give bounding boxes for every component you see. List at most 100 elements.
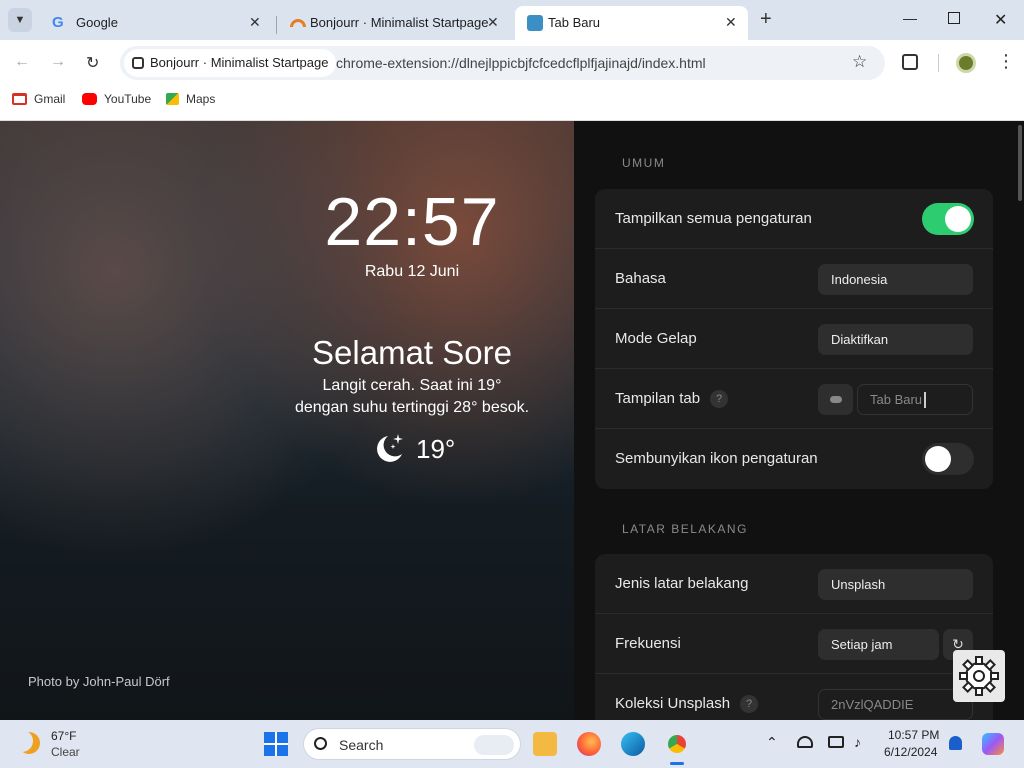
setting-row-collection: Koleksi Unsplash? 2nVzlQADDIE xyxy=(595,674,993,720)
windows-icon xyxy=(264,732,288,756)
photo-credit[interactable]: Photo by John-Paul Dörf xyxy=(28,674,170,689)
edge-icon[interactable] xyxy=(621,732,645,756)
setting-row-language: Bahasa Indonesia xyxy=(595,249,993,309)
chip-label: Bonjourr · Minimalist Startpage xyxy=(150,55,329,70)
setting-label: Tampilan tab xyxy=(615,390,701,407)
show-all-toggle[interactable] xyxy=(922,203,974,235)
minimize-icon[interactable]: — xyxy=(903,10,917,26)
weather-description-line1: Langit cerah. Saat ini 19° xyxy=(322,377,502,394)
settings-gear-button[interactable] xyxy=(953,650,1005,702)
setting-label: Sembunyikan ikon pengaturan xyxy=(615,450,818,467)
copilot-icon[interactable] xyxy=(982,733,1004,755)
dark-mode-select[interactable]: Diaktifkan xyxy=(818,324,973,355)
taskbar-search[interactable]: Search xyxy=(303,728,521,760)
extension-chip[interactable]: Bonjourr · Minimalist Startpage xyxy=(124,49,337,77)
background-settings-card: Jenis latar belakang Unsplash Frekuensi … xyxy=(595,554,993,720)
star-icon[interactable]: ☆ xyxy=(852,52,867,72)
bookmark-youtube[interactable]: YouTube xyxy=(82,92,151,106)
taskbar-weather[interactable]: 67°F Clear xyxy=(18,728,108,760)
rainbow-icon xyxy=(290,19,306,27)
volume-icon[interactable]: ♪ xyxy=(854,734,861,750)
greeting: Selamat Sore xyxy=(312,334,512,371)
section-header-background: LATAR BELAKANG xyxy=(622,522,748,536)
bookmark-label: Gmail xyxy=(34,92,66,106)
taskbar-clock-date[interactable]: 6/12/2024 xyxy=(884,745,937,759)
help-icon[interactable]: ? xyxy=(740,695,759,713)
maps-icon xyxy=(166,93,179,105)
section-header-general: UMUM xyxy=(622,156,666,170)
setting-row-dark-mode: Mode Gelap Diaktifkan xyxy=(595,309,993,369)
chrome-active-indicator xyxy=(670,762,684,765)
maximize-icon[interactable] xyxy=(948,12,960,24)
tab-search-button[interactable]: ▼ xyxy=(8,8,32,32)
tab-favicon-button[interactable] xyxy=(818,384,853,415)
collection-input[interactable]: 2nVzlQADDIE xyxy=(818,689,973,720)
help-icon[interactable]: ? xyxy=(710,390,729,408)
tab-title-input[interactable]: Tab Baru xyxy=(857,384,973,415)
chrome-icon[interactable] xyxy=(665,732,689,756)
close-icon[interactable]: ✕ xyxy=(487,14,499,31)
weather-description-line2: dengan suhu tertinggi 28° besok. xyxy=(294,399,530,416)
menu-icon[interactable]: ⋮ xyxy=(997,51,1015,72)
collection-placeholder: 2nVzlQADDIE xyxy=(831,697,914,712)
bg-type-select[interactable]: Unsplash xyxy=(818,569,973,600)
toggle-knob xyxy=(945,206,971,232)
start-button[interactable] xyxy=(264,732,288,756)
toolbar: ← → ↻ Bonjourr · Minimalist Startpage ch… xyxy=(0,40,1024,86)
taskbar-weather-temp: 67°F xyxy=(51,729,77,743)
notification-bell-icon[interactable] xyxy=(949,736,962,750)
tab-title-placeholder: Tab Baru xyxy=(870,392,923,407)
taskbar-search-placeholder: Search xyxy=(339,737,384,753)
tab-title: Tab Baru xyxy=(548,15,601,30)
text-cursor-icon xyxy=(924,392,926,408)
bookmark-label: Maps xyxy=(186,92,216,106)
setting-label: Jenis latar belakang xyxy=(615,575,749,592)
taskbar-clock-time[interactable]: 10:57 PM xyxy=(888,728,939,742)
url-text: chrome-extension://dlnejlppicbjfcfcedcfl… xyxy=(336,55,706,71)
firefox-icon[interactable] xyxy=(577,732,601,756)
settings-panel: UMUM Tampilkan semua pengaturan Bahasa I… xyxy=(574,121,1024,720)
chevron-up-icon[interactable]: ⌃ xyxy=(766,734,778,751)
landscape-icon xyxy=(527,15,543,31)
address-bar[interactable]: Bonjourr · Minimalist Startpage chrome-e… xyxy=(120,46,885,80)
toggle-knob xyxy=(925,446,951,472)
setting-label: Frekuensi xyxy=(615,635,681,652)
date-label: Rabu 12 Juni xyxy=(364,263,460,280)
file-explorer-icon[interactable] xyxy=(533,732,557,756)
tab-google[interactable]: G Google ✕ xyxy=(40,6,272,40)
extension-icon xyxy=(132,57,144,69)
bookmark-label: YouTube xyxy=(104,92,152,106)
taskbar: 67°F Clear Search ⌃ ♪ 10:57 PM 6/12/2024 xyxy=(0,720,1024,768)
reload-icon[interactable]: ↻ xyxy=(86,53,99,73)
gear-icon xyxy=(959,656,999,696)
tab-bonjourr[interactable]: Bonjourr · Minimalist Startpage ✕ xyxy=(278,6,510,40)
profile-avatar[interactable] xyxy=(956,53,976,73)
hide-settings-icon-toggle[interactable] xyxy=(922,443,974,475)
setting-row-bg-type: Jenis latar belakang Unsplash xyxy=(595,554,993,614)
close-icon[interactable]: ✕ xyxy=(249,14,261,31)
setting-label: Koleksi Unsplash xyxy=(615,695,731,712)
search-highlight-icon xyxy=(474,735,514,755)
setting-label: Mode Gelap xyxy=(615,330,697,347)
frequency-select[interactable]: Setiap jam xyxy=(818,629,939,660)
bookmark-gmail[interactable]: Gmail xyxy=(12,92,65,106)
forward-icon[interactable]: → xyxy=(50,53,66,71)
setting-label: Bahasa xyxy=(615,270,666,287)
setting-label-wrap: Koleksi Unsplash? xyxy=(615,695,759,713)
network-icon[interactable] xyxy=(797,736,813,748)
scrollbar[interactable] xyxy=(1018,125,1022,201)
startpage-background: 22:57 Rabu 12 Juni Selamat Sore Langit c… xyxy=(0,121,574,720)
back-icon[interactable]: ← xyxy=(14,53,30,71)
setting-label-wrap: Tampilan tab? xyxy=(615,390,729,408)
close-icon[interactable]: ✕ xyxy=(725,14,737,31)
new-tab-icon[interactable]: + xyxy=(760,8,772,31)
puzzle-icon[interactable] xyxy=(902,54,918,70)
clock: 22:57 xyxy=(324,184,500,260)
toolbar-divider xyxy=(938,54,939,72)
bookmark-maps[interactable]: Maps xyxy=(166,92,215,106)
display-icon[interactable] xyxy=(828,736,844,748)
tab-tab-baru[interactable]: Tab Baru ✕ xyxy=(515,6,748,40)
language-select[interactable]: Indonesia xyxy=(818,264,973,295)
close-window-icon[interactable]: ✕ xyxy=(994,10,1007,30)
bookmarks-bar: Gmail YouTube Maps xyxy=(0,86,1024,121)
